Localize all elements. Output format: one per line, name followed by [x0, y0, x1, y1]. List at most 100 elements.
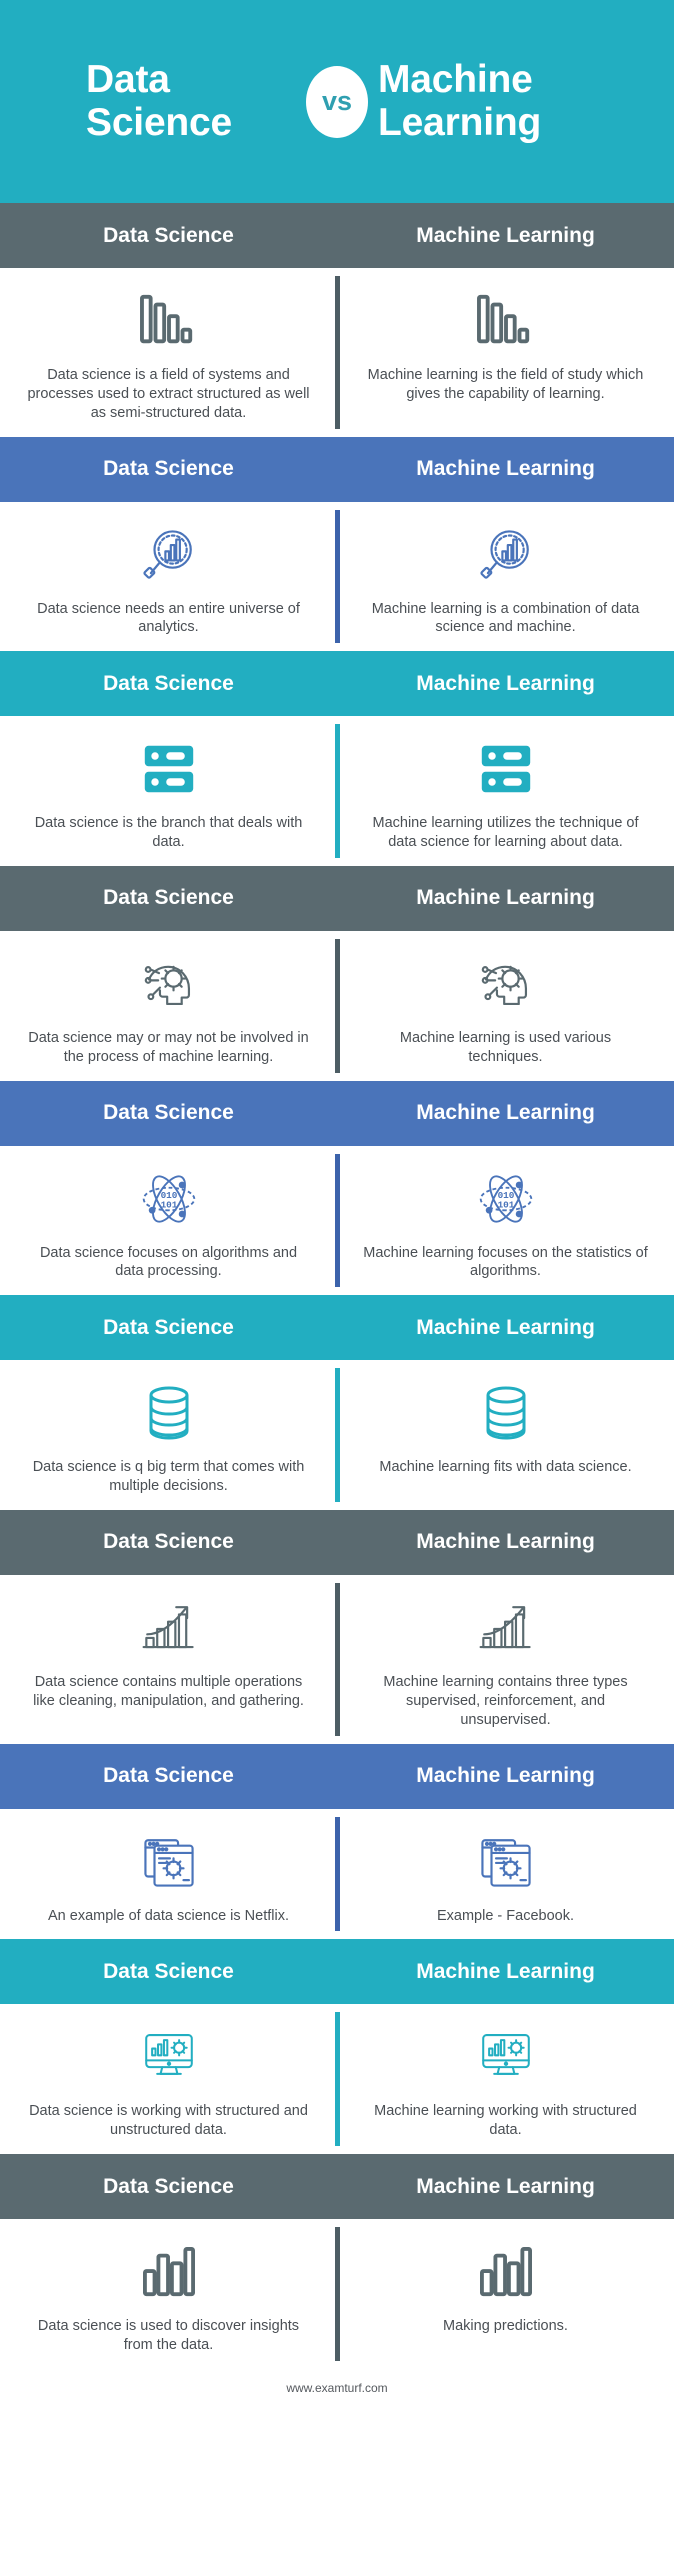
- row-5-left-header: Data Science: [103, 1101, 234, 1125]
- row-4-right-text: Machine learning is used various techniq…: [399, 1029, 612, 1065]
- row-6-right-header: Machine Learning: [416, 1315, 595, 1339]
- browser-windows-gear-icon: [140, 1825, 198, 1899]
- row-body-7: Data science contains multiple operation…: [0, 1574, 674, 1744]
- row-body-4: Data science may or may not be involved …: [0, 930, 674, 1081]
- row-4-left-header: Data Science: [103, 886, 234, 910]
- row-10-right-header: Machine Learning: [416, 2174, 595, 2198]
- database-cylinder-icon: [145, 1376, 193, 1450]
- row-7-left-header: Data Science: [103, 1530, 234, 1554]
- row-9-right-cell: Machine learning working with structured…: [337, 2004, 674, 2154]
- row-8-left-text: An example of data science is Netflix.: [48, 1907, 289, 1924]
- row-6-right-cell: Machine learning fits with data science.: [337, 1360, 674, 1510]
- row-3-divider: [334, 724, 340, 858]
- row-7-left-cell: Data science contains multiple operation…: [0, 1575, 337, 1744]
- bar-chart-solid-icon: [138, 284, 200, 358]
- row-9-left-cell: Data science is working with structured …: [0, 2004, 337, 2154]
- row-10-right-text: Making predictions.: [443, 2318, 568, 2335]
- row-8-left-cell: An example of data science is Netflix.: [0, 1809, 337, 1940]
- row-band-10: Data Science Machine Learning: [0, 2154, 674, 2220]
- row-band-8: Data Science Machine Learning: [0, 1743, 674, 1809]
- row-9-right-header: Machine Learning: [416, 1959, 595, 1983]
- row-7-right-header: Machine Learning: [416, 1530, 595, 1554]
- row-1-left-text: Data science is a field of systems and p…: [27, 367, 310, 421]
- row-5-right-text: Machine learning focuses on the statisti…: [363, 1244, 648, 1280]
- row-8-right-header: Machine Learning: [416, 1764, 595, 1787]
- server-rack-icon: [139, 732, 199, 806]
- row-1-left-header: Data Science: [103, 223, 234, 247]
- row-8-divider: [334, 1816, 340, 1932]
- row-band-9: Data Science Machine Learning: [0, 1939, 674, 2005]
- row-8-right-cell: Example - Facebook.: [337, 1809, 674, 1940]
- row-2-right-header: Machine Learning: [416, 457, 595, 481]
- row-10-right-cell: Making predictions.: [337, 2219, 674, 2369]
- svg-text:101: 101: [497, 1199, 514, 1210]
- row-5-divider: [334, 1153, 340, 1288]
- row-7-divider: [334, 1582, 340, 1736]
- row-9-right-text: Machine learning working with structured…: [374, 2103, 637, 2139]
- comparison-rows: Data Science Machine Learning Data science…: [0, 203, 674, 2369]
- footer-site-url: www.examturf.com: [0, 2368, 674, 2411]
- row-1-right-header: Machine Learning: [416, 223, 595, 247]
- head-gear-ai-icon: [477, 947, 535, 1021]
- bar-chart-outline-icon: [142, 2235, 196, 2309]
- monitor-analytics-gear-icon: [140, 2020, 198, 2094]
- row-1-right-cell: Machine learning is the field of study w…: [337, 268, 674, 437]
- svg-text:101: 101: [160, 1199, 177, 1210]
- row-2-left-header: Data Science: [103, 457, 234, 481]
- row-band-1: Data Science Machine Learning: [0, 203, 674, 268]
- row-4-divider: [334, 938, 340, 1073]
- row-3-left-header: Data Science: [103, 671, 234, 695]
- hero-right-title: Machine Learning: [378, 58, 542, 144]
- row-7-right-cell: Machine learning contains three types su…: [337, 1575, 674, 1744]
- row-4-right-cell: Machine learning is used various techniq…: [337, 931, 674, 1081]
- growth-chart-arrow-icon: [140, 1591, 198, 1665]
- row-2-divider: [334, 509, 340, 644]
- row-body-9: Data science is working with structured …: [0, 2004, 674, 2155]
- row-5-right-header: Machine Learning: [416, 1101, 595, 1125]
- row-6-divider: [334, 1368, 340, 1502]
- row-4-left-cell: Data science may or may not be involved …: [0, 931, 337, 1081]
- row-2-left-text: Data science needs an entire universe of…: [37, 600, 300, 636]
- infographic-root: Data Science vs Machine Learning Data Sc…: [0, 0, 674, 2560]
- hero-left-title: Data Science: [86, 58, 233, 144]
- row-3-right-cell: Machine learning utilizes the technique …: [337, 716, 674, 866]
- row-6-left-header: Data Science: [103, 1315, 234, 1339]
- row-9-left-text: Data science is working with structured …: [29, 2103, 308, 2139]
- row-4-right-header: Machine Learning: [416, 886, 595, 910]
- row-2-left-cell: Data science needs an entire universe of…: [0, 502, 337, 652]
- hero-header: Data Science vs Machine Learning: [0, 0, 674, 203]
- row-5-left-text: Data science focuses on algorithms and d…: [39, 1244, 298, 1280]
- growth-chart-arrow-icon: [477, 1591, 535, 1665]
- row-1-left-cell: Data science is a field of systems and p…: [0, 268, 337, 437]
- magnifier-chart-icon: [140, 518, 198, 592]
- row-10-left-header: Data Science: [103, 2174, 234, 2198]
- row-10-divider: [334, 2227, 340, 2361]
- row-3-left-cell: Data science is the branch that deals wi…: [0, 716, 337, 866]
- row-6-left-cell: Data science is q big term that comes wi…: [0, 1360, 337, 1510]
- row-2-right-text: Machine learning is a combination of dat…: [371, 600, 640, 636]
- atom-binary-icon: 010 101: [139, 1162, 199, 1236]
- monitor-analytics-gear-icon: [477, 2020, 535, 2094]
- row-body-1: Data science is a field of systems and p…: [0, 268, 674, 437]
- row-5-left-cell: 010 101 Data science focuses on algorithms…: [0, 1146, 337, 1296]
- row-6-left-text: Data science is q big term that comes wi…: [32, 1459, 305, 1495]
- database-cylinder-icon: [482, 1376, 530, 1450]
- row-8-right-text: Example - Facebook.: [436, 1907, 574, 1924]
- row-body-6: Data science is q big term that comes wi…: [0, 1360, 674, 1510]
- row-body-5: 010 101 Data science focuses on algorithms…: [0, 1145, 674, 1296]
- bar-chart-outline-icon: [479, 2235, 533, 2309]
- row-1-divider: [334, 276, 340, 429]
- row-4-left-text: Data science may or may not be involved …: [28, 1029, 309, 1065]
- row-band-4: Data Science Machine Learning: [0, 865, 674, 931]
- row-3-left-text: Data science is the branch that deals wi…: [34, 815, 303, 851]
- row-band-7: Data Science Machine Learning: [0, 1509, 674, 1575]
- row-7-right-text: Machine learning contains three types su…: [383, 1673, 628, 1728]
- row-body-10: Data science is used to discover insight…: [0, 2219, 674, 2369]
- browser-windows-gear-icon: [477, 1825, 535, 1899]
- atom-binary-icon: 010 101: [476, 1162, 536, 1236]
- row-10-left-text: Data science is used to discover insight…: [37, 2318, 300, 2353]
- row-2-right-cell: Machine learning is a combination of dat…: [337, 502, 674, 652]
- row-6-right-text: Machine learning fits with data science.: [379, 1459, 632, 1476]
- head-gear-ai-icon: [140, 947, 198, 1021]
- server-rack-icon: [476, 732, 536, 806]
